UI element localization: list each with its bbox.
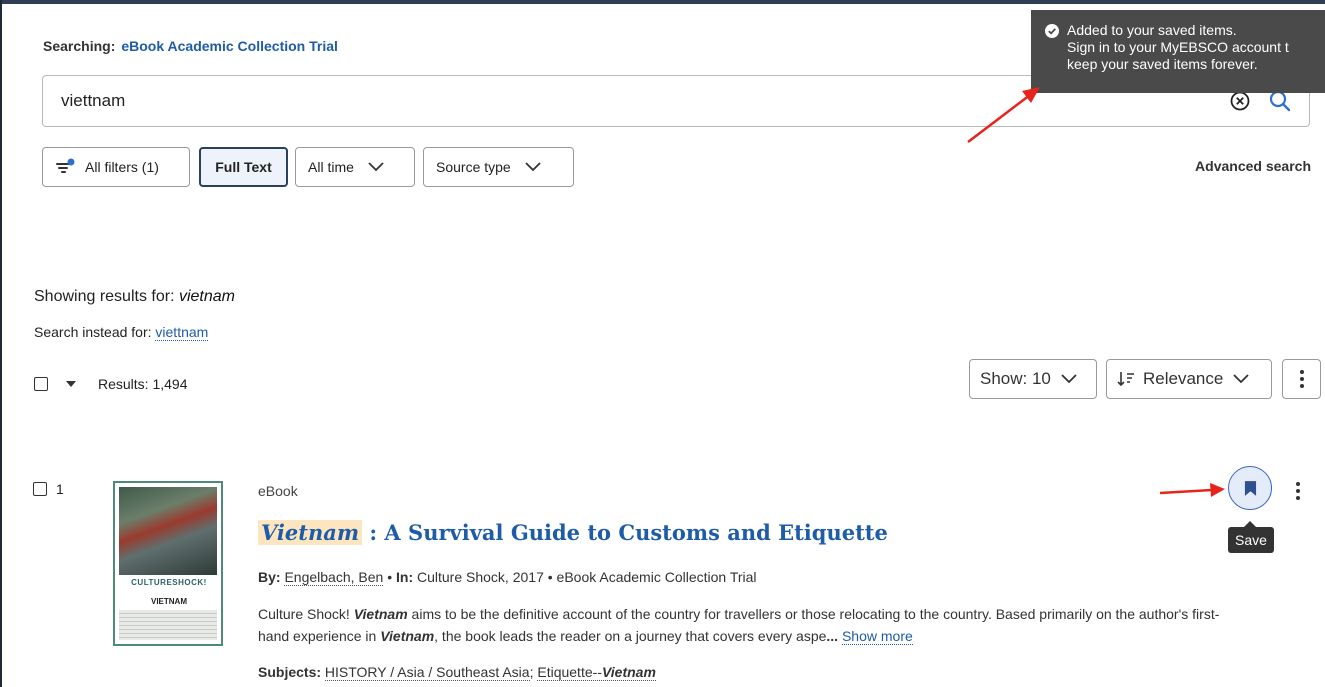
toast-line-3: keep your saved items forever. [1067, 56, 1258, 72]
chevron-down-icon [525, 162, 541, 172]
saved-toast: Added to your saved items. Sign in to yo… [1031, 10, 1325, 93]
advanced-search-link[interactable]: Advanced search [1195, 158, 1311, 174]
select-menu-caret-icon[interactable] [66, 381, 76, 387]
searching-label: Searching: eBook Academic Collection Tria… [43, 38, 338, 54]
subject-link[interactable]: Etiquette--Vietnam [537, 664, 656, 681]
all-filters-label: All filters (1) [85, 159, 159, 175]
book-cover[interactable]: CULTURESHOCK! VIETNAM [113, 481, 223, 646]
result-abstract: Culture Shock! Vietnam aims to be the de… [258, 606, 1220, 645]
bookmark-icon [1244, 480, 1256, 496]
select-all-checkbox[interactable] [34, 377, 48, 391]
result-more-icon[interactable] [1296, 482, 1300, 500]
cover-band [119, 610, 217, 640]
top-border [0, 0, 1325, 4]
save-button[interactable] [1228, 466, 1272, 510]
chevron-down-icon [1233, 374, 1249, 384]
show-per-page-label: Show: 10 [980, 369, 1051, 388]
result-title-link[interactable]: Vietnam : A Survival Guide to Customs an… [258, 520, 888, 545]
all-filters-button[interactable]: All filters (1) [42, 147, 190, 187]
result-type: eBook [258, 483, 298, 499]
result-meta: By: Engelbach, Ben • In: Culture Shock, … [258, 569, 757, 586]
results-count: Results: 1,494 [98, 376, 188, 392]
database-link[interactable]: eBook Academic Collection Trial [121, 38, 338, 54]
left-border [0, 0, 2, 687]
cover-photo [119, 487, 217, 575]
toast-line-2: Sign in to your MyEBSCO account t [1067, 39, 1289, 55]
result-number: 1 [56, 481, 64, 497]
save-tooltip: Save [1228, 521, 1274, 553]
full-text-toggle[interactable]: Full Text [199, 147, 288, 187]
show-per-page-dropdown[interactable]: Show: 10 [969, 359, 1097, 399]
source-type-dropdown[interactable]: Source type [423, 147, 574, 187]
search-instead-link[interactable]: viettnam [155, 324, 209, 341]
search-instead: Search instead for: viettnam [34, 324, 209, 341]
subject-link[interactable]: HISTORY / Asia / Southeast Asia [324, 664, 530, 681]
clear-icon[interactable] [1230, 91, 1250, 111]
check-circle-icon [1045, 24, 1059, 38]
show-more-link[interactable]: Show more [841, 628, 913, 645]
result-checkbox[interactable] [33, 482, 47, 496]
all-time-label: All time [308, 159, 354, 175]
chevron-down-icon [368, 162, 384, 172]
title-highlight: Vietnam [258, 520, 363, 545]
filter-icon [56, 158, 75, 173]
full-text-label: Full Text [215, 159, 272, 175]
showing-results: Showing results for: vietnam [34, 288, 235, 305]
sort-icon [1117, 372, 1134, 387]
chevron-down-icon [1061, 374, 1077, 384]
sort-dropdown[interactable]: Relevance [1106, 359, 1272, 399]
author-link[interactable]: Engelbach, Ben [284, 569, 384, 586]
source-type-label: Source type [436, 159, 511, 175]
search-query[interactable]: viettnam [61, 91, 125, 111]
sort-label: Relevance [1143, 369, 1224, 388]
more-options-button[interactable] [1282, 359, 1321, 399]
kebab-icon [1299, 370, 1304, 388]
cover-brand: CULTURESHOCK! [131, 578, 207, 587]
all-time-dropdown[interactable]: All time [295, 147, 415, 187]
result-subjects: Subjects: HISTORY / Asia / Southeast Asi… [258, 664, 656, 681]
toast-line-1: Added to your saved items. [1067, 22, 1237, 38]
cover-title: VIETNAM [151, 597, 187, 606]
arrow-save [1159, 483, 1225, 497]
